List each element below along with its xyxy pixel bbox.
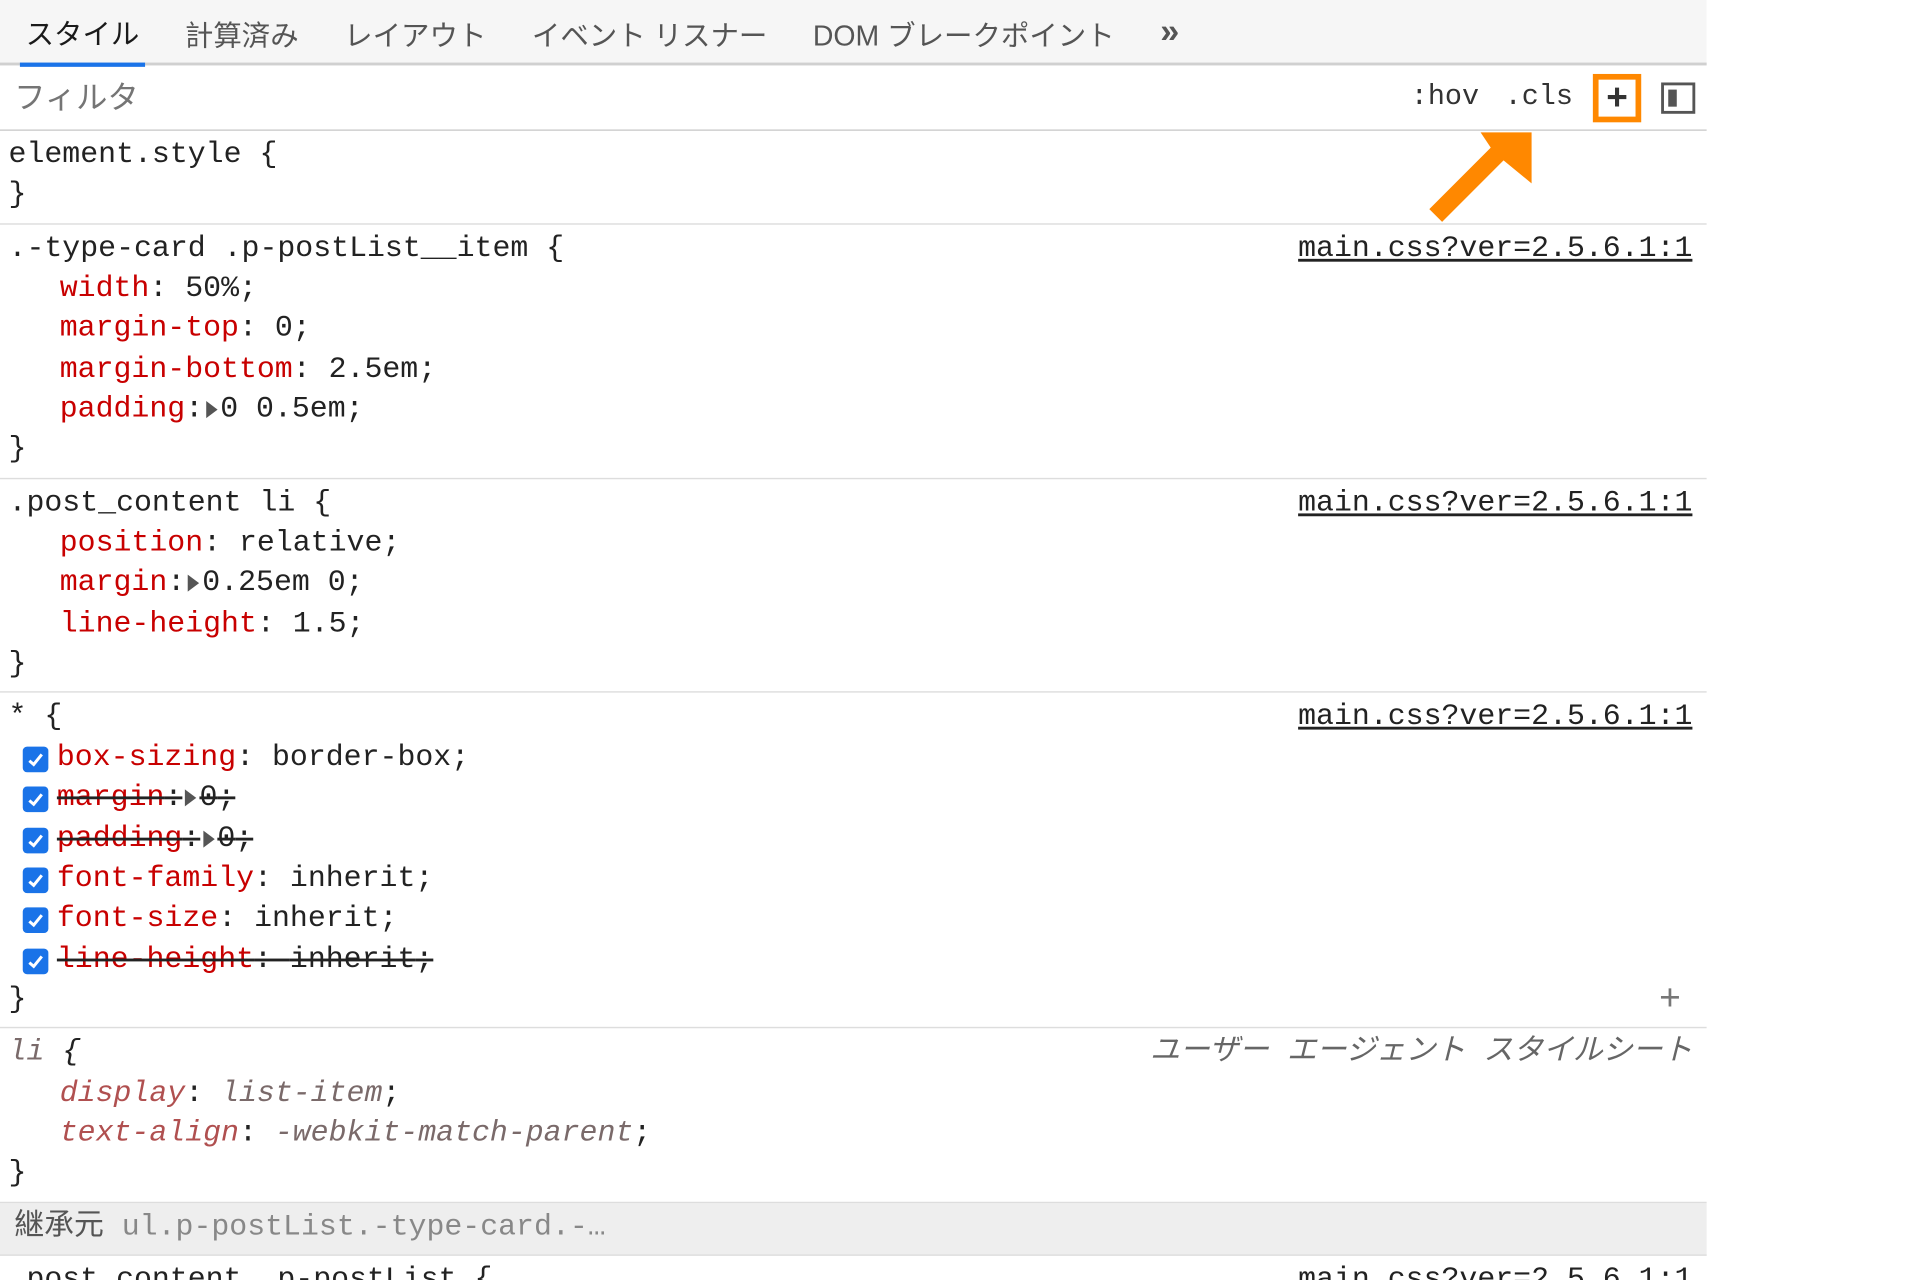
styles-toolbar: :hov .cls + [0,65,1707,130]
css-prop[interactable]: text-align [60,1118,239,1151]
toggle-declaration-checkbox[interactable] [23,747,49,773]
css-value[interactable]: -webkit-match-parent [275,1118,633,1151]
rule-selector[interactable]: * { [9,702,63,735]
css-value[interactable]: 0 [275,313,293,346]
css-value[interactable]: 0 0.5em [220,394,345,427]
toggle-computed-sidebar-icon[interactable] [1661,82,1695,113]
css-prop[interactable]: padding [60,394,185,427]
css-value[interactable]: 1.5 [293,608,347,641]
css-value[interactable]: 2.5em [329,354,419,387]
inherited-selector[interactable]: ul.p-postList.-type-card.-… [122,1211,606,1244]
rule-source-link[interactable]: main.css?ver=2.5.6.1:1 [1298,699,1692,739]
toggle-declaration-checkbox[interactable] [23,948,49,974]
tab-event-listeners[interactable]: イベント リスナー [526,0,773,63]
css-prop[interactable]: line-height [60,608,257,641]
toggle-declaration-checkbox[interactable] [23,827,49,853]
styles-rules: element.style { } main.css?ver=2.5.6.1:1… [0,131,1707,1280]
rule-post-content-postlist[interactable]: main.css?ver=2.5.6.1:1 .post_content .p-… [0,1256,1707,1280]
css-prop[interactable]: padding [57,823,182,856]
hov-toggle[interactable]: :hov [1405,78,1485,116]
expand-shorthand-icon[interactable] [188,575,199,592]
expand-shorthand-icon[interactable] [185,790,196,807]
tab-more[interactable]: » [1155,7,1185,55]
rule-selector[interactable]: .post_content li { [9,487,332,520]
css-value[interactable]: relative [239,528,382,561]
new-style-rule-button[interactable]: + [1593,73,1641,121]
css-prop[interactable]: font-size [57,903,218,936]
css-value[interactable]: 50% [185,273,239,306]
css-value[interactable]: inherit [290,863,415,896]
styles-tabstrip: スタイル 計算済み レイアウト イベント リスナー DOM ブレークポイント » [0,0,1707,65]
toggle-declaration-checkbox[interactable] [23,908,49,934]
css-prop[interactable]: margin [57,782,165,815]
css-value[interactable]: 0.25em 0 [202,568,345,601]
css-prop[interactable]: margin-top [60,313,239,346]
inherited-label: 継承元 [14,1211,104,1244]
rule-selector[interactable]: li { [9,1037,81,1070]
css-value[interactable]: inherit [254,903,379,936]
rule-element-style[interactable]: element.style { } [0,131,1707,224]
cls-toggle[interactable]: .cls [1499,78,1579,116]
expand-shorthand-icon[interactable] [203,830,214,847]
insert-style-rule-below-button[interactable]: + [1659,982,1681,1019]
rule-postlist-item[interactable]: main.css?ver=2.5.6.1:1 .-type-card .p-po… [0,224,1707,479]
expand-shorthand-icon[interactable] [206,401,217,418]
inherited-from-bar: 継承元 ul.p-postList.-type-card.-… [0,1203,1707,1256]
css-value[interactable]: inherit [290,944,415,977]
rule-post-content-li[interactable]: main.css?ver=2.5.6.1:1 .post_content li … [0,479,1707,693]
tab-computed[interactable]: 計算済み [179,0,304,63]
css-prop[interactable]: display [60,1077,185,1110]
rule-source-link[interactable]: main.css?ver=2.5.6.1:1 [1298,485,1692,525]
tab-layout[interactable]: レイアウト [338,0,492,63]
css-prop[interactable]: margin-bottom [60,354,293,387]
css-value[interactable]: 0 [217,823,235,856]
css-prop[interactable]: position [60,528,203,561]
css-value[interactable]: 0 [199,782,217,815]
rule-source-label: ユーザー エージェント スタイルシート [1150,1034,1692,1074]
rule-source-link[interactable]: main.css?ver=2.5.6.1:1 [1298,1261,1692,1280]
rule-universal[interactable]: main.css?ver=2.5.6.1:1 * { box-sizing: b… [0,693,1707,1028]
css-prop[interactable]: margin [60,568,168,601]
rule-source-link[interactable]: main.css?ver=2.5.6.1:1 [1298,230,1692,270]
rule-selector[interactable]: .post_content .p-postList { [9,1264,493,1280]
css-prop[interactable]: box-sizing [57,742,236,775]
rule-selector[interactable]: element.style { [9,139,278,172]
toggle-declaration-checkbox[interactable] [23,868,49,894]
css-value[interactable]: list-item [221,1077,382,1110]
rule-selector[interactable]: .-type-card .p-postList__item { [9,233,565,266]
css-prop[interactable]: line-height [57,944,254,977]
toggle-declaration-checkbox[interactable] [23,787,49,813]
css-prop[interactable]: font-family [57,863,254,896]
css-prop[interactable]: width [60,273,150,306]
rule-li-useragent[interactable]: ユーザー エージェント スタイルシート li { display: list-i… [0,1029,1707,1203]
tab-styles[interactable]: スタイル [20,0,145,67]
css-value[interactable]: border-box [272,742,451,775]
filter-input[interactable] [14,79,1391,116]
tab-dom-breakpoints[interactable]: DOM ブレークポイント [807,0,1120,63]
